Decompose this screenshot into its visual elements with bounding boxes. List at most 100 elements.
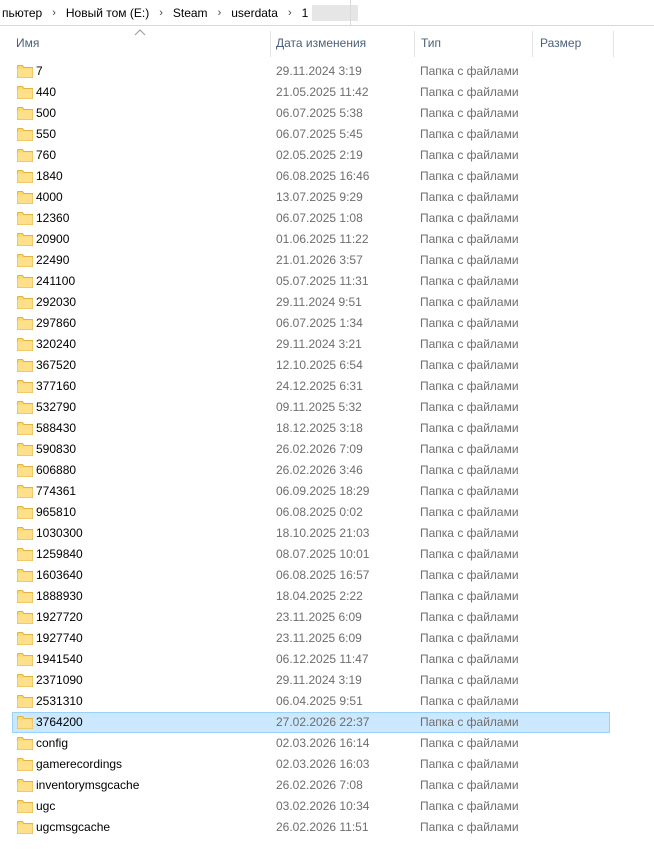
chevron-right-icon[interactable]: › xyxy=(44,7,64,19)
file-name[interactable]: inventorymsgcache xyxy=(36,775,139,796)
file-date: 01.06.2025 11:22 xyxy=(276,232,369,246)
file-name[interactable]: 20900 xyxy=(36,229,69,250)
file-name[interactable]: 606880 xyxy=(36,460,76,481)
breadcrumb-item[interactable]: 1 xyxy=(300,6,311,20)
file-date: 09.11.2025 5:32 xyxy=(276,400,362,414)
file-row[interactable]: 20900 01.06.2025 11:22 Папка с файлами xyxy=(0,229,654,250)
file-row[interactable]: 588430 18.12.2025 3:18 Папка с файлами xyxy=(0,418,654,439)
file-name[interactable]: 292030 xyxy=(36,292,76,313)
breadcrumb-item[interactable]: Новый том (E:) xyxy=(64,6,151,20)
file-name[interactable]: 1603640 xyxy=(36,565,83,586)
column-size-header[interactable]: Размер xyxy=(540,27,581,60)
file-name[interactable]: 22490 xyxy=(36,250,69,271)
file-row[interactable]: 377160 24.12.2025 6:31 Папка с файлами xyxy=(0,376,654,397)
file-name[interactable]: gamerecordings xyxy=(36,754,122,775)
file-row[interactable]: 440 21.05.2025 11:42 Папка с файлами xyxy=(0,82,654,103)
file-name[interactable]: 550 xyxy=(36,124,56,145)
breadcrumb-item[interactable]: пьютер xyxy=(0,6,44,20)
column-name-header[interactable]: Имя xyxy=(16,27,39,60)
chevron-right-icon[interactable]: › xyxy=(280,7,300,19)
file-name[interactable]: 532790 xyxy=(36,397,76,418)
file-name[interactable]: 241100 xyxy=(36,271,75,292)
file-row[interactable]: 590830 26.02.2026 7:09 Папка с файлами xyxy=(0,439,654,460)
file-name[interactable]: 1840 xyxy=(36,166,63,187)
file-name[interactable]: 590830 xyxy=(36,439,76,460)
file-date: 12.10.2025 6:54 xyxy=(276,358,363,372)
file-name[interactable]: 774361 xyxy=(36,481,76,502)
column-divider[interactable] xyxy=(414,31,415,57)
file-name[interactable]: 1888930 xyxy=(36,586,83,607)
file-name[interactable]: 377160 xyxy=(36,376,76,397)
file-row[interactable]: 2371090 29.11.2024 3:19 Папка с файлами xyxy=(0,670,654,691)
file-row[interactable]: inventorymsgcache 26.02.2026 7:08 Папка с … xyxy=(0,775,654,796)
file-name[interactable]: 7 xyxy=(36,61,43,82)
file-row[interactable]: 367520 12.10.2025 6:54 Папка с файлами xyxy=(0,355,654,376)
column-type-header[interactable]: Тип xyxy=(421,27,441,60)
file-name[interactable]: 367520 xyxy=(36,355,76,376)
file-row[interactable]: 292030 29.11.2024 9:51 Папка с файлами xyxy=(0,292,654,313)
file-date: 02.03.2026 16:14 xyxy=(276,736,370,750)
file-name[interactable]: 500 xyxy=(36,103,56,124)
file-row[interactable]: 1030300 18.10.2025 21:03 Папка с файлами xyxy=(0,523,654,544)
column-divider[interactable] xyxy=(532,31,533,57)
file-row[interactable]: 1840 06.08.2025 16:46 Папка с файлами xyxy=(0,166,654,187)
file-date: 29.11.2024 3:19 xyxy=(276,673,362,687)
file-name[interactable]: ugcmsgcache xyxy=(36,817,110,838)
file-name[interactable]: 440 xyxy=(36,82,56,103)
file-name[interactable]: ugc xyxy=(36,796,55,817)
folder-icon xyxy=(17,527,33,540)
file-name[interactable]: 3764200 xyxy=(36,712,83,733)
file-name[interactable]: config xyxy=(36,733,68,754)
file-row[interactable]: 1927740 23.11.2025 6:09 Папка с файлами xyxy=(0,628,654,649)
chevron-right-icon[interactable]: › xyxy=(151,7,171,19)
file-name[interactable]: 2531310 xyxy=(36,691,83,712)
file-row[interactable]: 774361 06.09.2025 18:29 Папка с файлами xyxy=(0,481,654,502)
file-row[interactable]: ugcmsgcache 26.02.2026 11:51 Папка с файла… xyxy=(0,817,654,838)
file-row[interactable]: 965810 06.08.2025 0:02 Папка с файлами xyxy=(0,502,654,523)
column-divider[interactable] xyxy=(270,31,271,57)
column-date-header[interactable]: Дата изменения xyxy=(276,27,366,60)
file-row[interactable]: 22490 21.01.2026 3:57 Папка с файлами xyxy=(0,250,654,271)
file-row[interactable]: gamerecordings 02.03.2026 16:03 Папка с фа… xyxy=(0,754,654,775)
file-row[interactable]: config 02.03.2026 16:14 Папка с файлами xyxy=(0,733,654,754)
file-row[interactable]: 3764200 27.02.2026 22:37 Папка с файлами xyxy=(12,712,610,733)
file-row[interactable]: 500 06.07.2025 5:38 Папка с файлами xyxy=(0,103,654,124)
file-row[interactable]: 1927720 23.11.2025 6:09 Папка с файлами xyxy=(0,607,654,628)
file-row[interactable]: 532790 09.11.2025 5:32 Папка с файлами xyxy=(0,397,654,418)
chevron-right-icon[interactable]: › xyxy=(210,7,230,19)
file-name[interactable]: 760 xyxy=(36,145,56,166)
breadcrumb-item[interactable]: Steam xyxy=(171,6,210,20)
file-row[interactable]: 4000 13.07.2025 9:29 Папка с файлами xyxy=(0,187,654,208)
file-row[interactable]: 7 29.11.2024 3:19 Папка с файлами xyxy=(0,61,654,82)
file-name[interactable]: 297860 xyxy=(36,313,76,334)
column-divider[interactable] xyxy=(613,31,614,57)
file-row[interactable]: 1941540 06.12.2025 11:47 Папка с файлами xyxy=(0,649,654,670)
file-name[interactable]: 4000 xyxy=(36,187,63,208)
file-row[interactable]: 297860 06.07.2025 1:34 Папка с файлами xyxy=(0,313,654,334)
file-name[interactable]: 588430 xyxy=(36,418,76,439)
breadcrumb-item[interactable]: userdata xyxy=(229,6,280,20)
file-type: Папка с файлами xyxy=(420,778,519,792)
file-name[interactable]: 1030300 xyxy=(36,523,83,544)
file-name[interactable]: 12360 xyxy=(36,208,69,229)
file-name[interactable]: 1941540 xyxy=(36,649,83,670)
file-row[interactable]: 550 06.07.2025 5:45 Папка с файлами xyxy=(0,124,654,145)
file-row[interactable]: 241100 05.07.2025 11:31 Папка с файлами xyxy=(0,271,654,292)
file-row[interactable]: 1259840 08.07.2025 10:01 Папка с файлами xyxy=(0,544,654,565)
file-name[interactable]: 1927740 xyxy=(36,628,83,649)
file-row[interactable]: 606880 26.02.2026 3:46 Папка с файлами xyxy=(0,460,654,481)
file-row[interactable]: 2531310 06.04.2025 9:51 Папка с файлами xyxy=(0,691,654,712)
file-name[interactable]: 1259840 xyxy=(36,544,83,565)
file-row[interactable]: 12360 06.07.2025 1:08 Папка с файлами xyxy=(0,208,654,229)
file-name[interactable]: 2371090 xyxy=(36,670,83,691)
file-row[interactable]: 1888930 18.04.2025 2:22 Папка с файлами xyxy=(0,586,654,607)
file-row[interactable]: 760 02.05.2025 2:19 Папка с файлами xyxy=(0,145,654,166)
file-name[interactable]: 320240 xyxy=(36,334,76,355)
file-name[interactable]: 965810 xyxy=(36,502,76,523)
file-name[interactable]: 1927720 xyxy=(36,607,83,628)
folder-icon xyxy=(17,485,33,498)
file-row[interactable]: ugc 03.02.2026 10:34 Папка с файлами xyxy=(0,796,654,817)
file-row[interactable]: 1603640 06.08.2025 16:57 Папка с файлами xyxy=(0,565,654,586)
file-row[interactable]: 320240 29.11.2024 3:21 Папка с файлами xyxy=(0,334,654,355)
address-bar[interactable]: пьютер › Новый том (E:) › Steam › userda… xyxy=(0,0,654,26)
